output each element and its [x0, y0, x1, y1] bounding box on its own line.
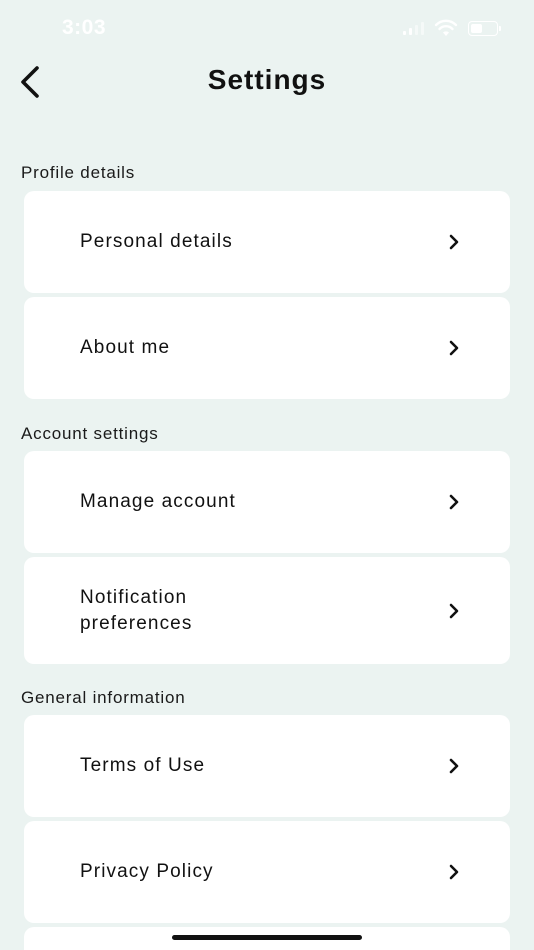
row-label: Privacy Policy — [80, 861, 214, 882]
row-label: Personal details — [80, 231, 233, 252]
settings-row-notification-preferences[interactable]: Notification preferences — [24, 557, 510, 664]
battery-icon — [468, 20, 501, 36]
section-label-account-settings: Account settings — [21, 424, 159, 443]
wifi-icon — [434, 19, 458, 36]
row-label: Notification preferences — [80, 586, 193, 634]
status-time: 3:03 — [62, 16, 107, 39]
settings-row-privacy-policy[interactable]: Privacy Policy — [24, 821, 510, 923]
settings-row-manage-account[interactable]: Manage account — [24, 451, 510, 553]
chevron-right-icon — [449, 234, 459, 250]
section-label-profile-details: Profile details — [21, 163, 136, 182]
chevron-right-icon — [449, 340, 459, 356]
header: Settings — [0, 58, 534, 106]
settings-row-terms-of-use[interactable]: Terms of Use — [24, 715, 510, 817]
home-indicator — [172, 935, 362, 940]
chevron-right-icon — [449, 494, 459, 510]
chevron-right-icon — [449, 603, 459, 618]
settings-row-personal-details[interactable]: Personal details — [24, 191, 510, 293]
chevron-right-icon — [449, 758, 459, 774]
settings-screen: 3:03 Settings Profile details Personal d… — [0, 0, 534, 950]
signal-icon — [403, 21, 424, 35]
status-icons — [403, 19, 501, 37]
section-label-general-information: General information — [21, 688, 186, 707]
row-label: Terms of Use — [80, 755, 206, 776]
chevron-right-icon — [449, 864, 459, 880]
page-title: Settings — [207, 64, 327, 95]
settings-row-about-me[interactable]: About me — [24, 297, 510, 399]
status-bar: 3:03 — [0, 0, 534, 58]
row-label: About me — [80, 337, 171, 358]
row-label: Manage account — [80, 491, 236, 512]
